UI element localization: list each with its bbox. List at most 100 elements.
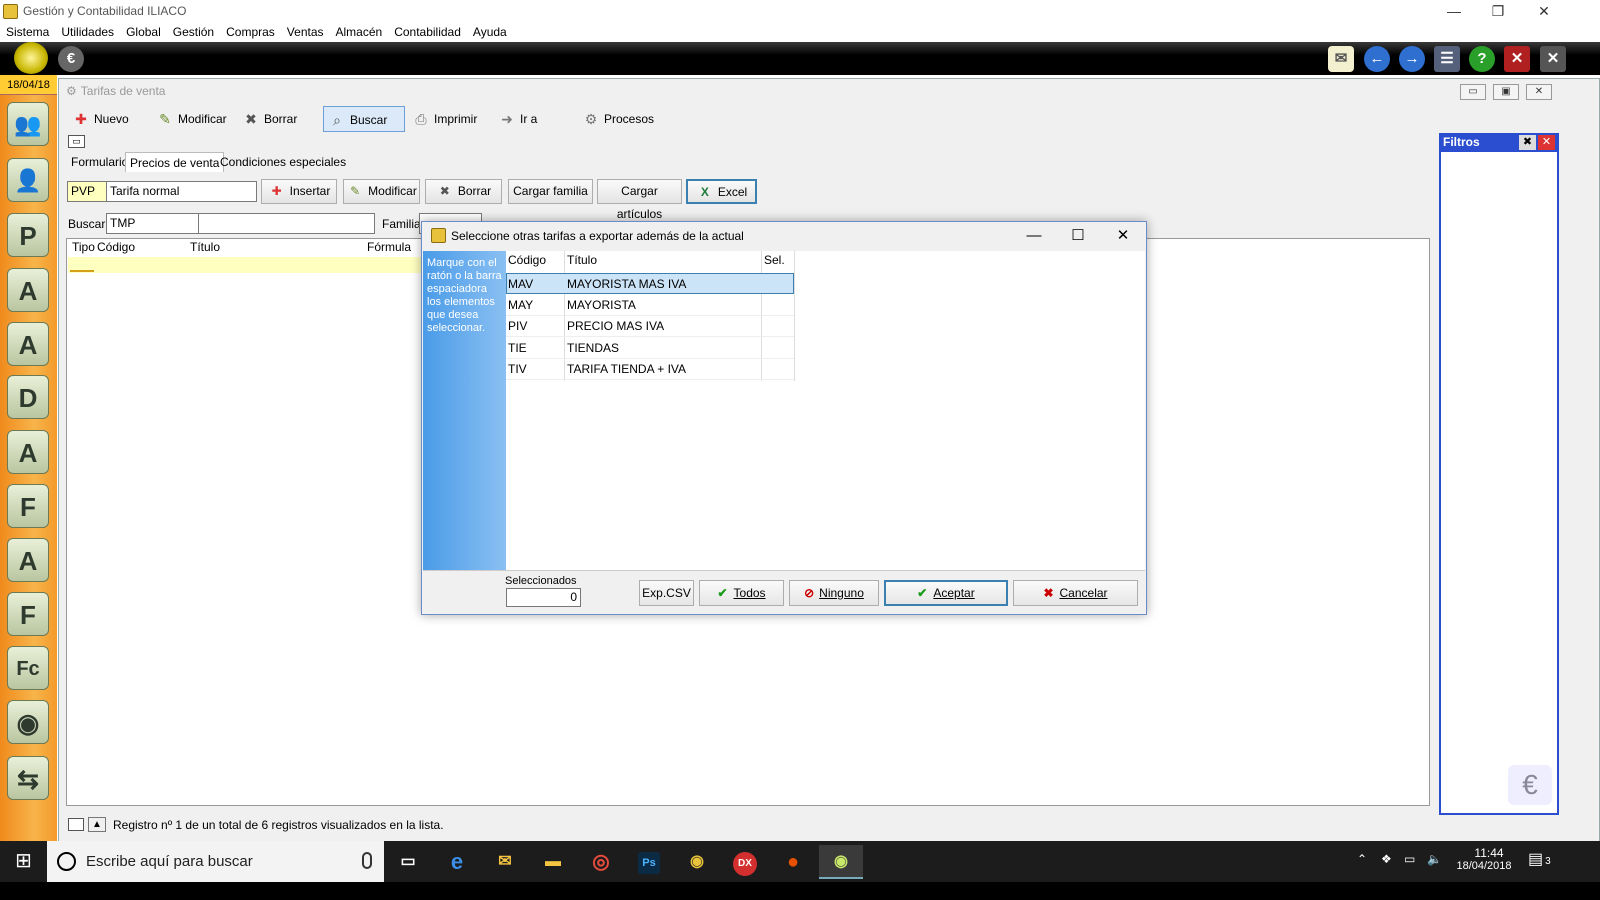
aceptar-button[interactable]: ✔ Aceptar — [884, 580, 1008, 606]
list-item[interactable]: MAV MAYORISTA MAS IVA — [506, 273, 794, 294]
minimize-button[interactable]: — — [1434, 2, 1474, 20]
user-a-icon[interactable]: A — [7, 268, 49, 312]
tab-precios-de-venta[interactable]: Precios de venta — [125, 152, 225, 172]
grid-header-tipo[interactable]: Tipo — [72, 240, 95, 254]
menu-ventas[interactable]: Ventas — [281, 22, 330, 42]
cargar-articulos-button[interactable]: Cargar artículos — [597, 179, 682, 221]
letter-a-icon[interactable]: A — [7, 430, 49, 474]
close-window-icon[interactable]: ✕ — [1504, 46, 1530, 72]
transfer-icon[interactable]: ⇆ — [7, 756, 49, 800]
buscar-button[interactable]: ⌕ Buscar — [323, 106, 405, 132]
list-header-sel[interactable]: Sel. — [764, 253, 785, 267]
restore-button[interactable]: ❐ — [1478, 2, 1518, 20]
dialog-close-button[interactable]: ✕ — [1108, 226, 1138, 246]
back-arrow-icon[interactable]: ← — [1364, 46, 1390, 72]
letter-fc-icon[interactable]: Fc — [7, 646, 49, 690]
letter-a-icon[interactable]: A — [7, 538, 49, 582]
menu-ayuda[interactable]: Ayuda — [467, 22, 513, 42]
ninguno-button[interactable]: ⊘ Ninguno — [789, 580, 879, 606]
iliaco-app-icon[interactable]: ◉ — [675, 845, 719, 879]
microphone-icon[interactable] — [362, 852, 372, 869]
tarifa-name-field[interactable]: Tarifa normal — [106, 181, 257, 202]
tab-condiciones-especiales[interactable]: Condiciones especiales — [216, 152, 350, 172]
table-row[interactable] — [68, 257, 423, 273]
list-item[interactable]: MAY MAYORISTA — [506, 295, 794, 316]
chevron-up-icon[interactable]: ▲ — [88, 817, 106, 832]
windows-start-icon[interactable]: ⊞ — [0, 841, 47, 882]
menu-contabilidad[interactable]: Contabilidad — [388, 22, 467, 42]
dialog-maximize-button[interactable]: ☐ — [1063, 226, 1093, 246]
list-item[interactable]: TIV TARIFA TIENDA + IVA — [506, 359, 794, 380]
dx-app-icon[interactable]: DX — [723, 845, 767, 879]
photoshop-icon[interactable]: Ps — [627, 845, 671, 879]
edge-icon[interactable]: e — [435, 845, 479, 879]
menu-gestion[interactable]: Gestión — [167, 22, 220, 42]
home-orb-icon[interactable] — [14, 42, 48, 74]
buscar-code-field[interactable]: TMP — [106, 213, 199, 234]
pin-icon[interactable]: ✖ — [1519, 135, 1536, 150]
cargar-familia-button[interactable]: Cargar familia — [508, 179, 593, 204]
nuevo-button[interactable]: ✚ Nuevo — [68, 106, 135, 132]
user-p-icon[interactable]: P — [7, 213, 49, 257]
menu-almacen[interactable]: Almacén — [330, 22, 389, 42]
chevron-up-icon[interactable]: ⌃ — [1357, 852, 1367, 866]
modificar-precio-button[interactable]: ✎ Modificar — [343, 179, 420, 204]
exp-csv-button[interactable]: Exp.CSV — [639, 580, 694, 606]
borrar-precio-button[interactable]: ✖ Borrar — [425, 179, 502, 204]
window-minimize-button[interactable]: ▭ — [1460, 84, 1486, 100]
tab-formulario[interactable]: Formulario — [67, 152, 132, 172]
notifications-icon[interactable]: ▤ 3 — [1528, 849, 1551, 869]
procesos-button[interactable]: ⚙ Procesos — [578, 106, 660, 132]
grid-header-formula[interactable]: Fórmula — [367, 240, 411, 254]
tarifa-code-field[interactable]: PVP — [67, 181, 107, 202]
close-all-icon[interactable]: ✕ — [1540, 46, 1566, 72]
grid-header-titulo[interactable]: Título — [190, 240, 220, 254]
network-icon[interactable]: ▭ — [1404, 852, 1415, 866]
users-icon[interactable]: 👥 — [7, 102, 49, 146]
forward-arrow-icon[interactable]: → — [1399, 46, 1425, 72]
modificar-button[interactable]: ✎ Modificar — [152, 106, 233, 132]
list-item[interactable]: PIV PRECIO MAS IVA — [506, 316, 794, 337]
volume-icon[interactable]: 🔈 — [1427, 852, 1442, 866]
status-layout-icon[interactable] — [68, 818, 84, 831]
letter-d-icon[interactable]: D — [7, 375, 49, 419]
cancelar-button[interactable]: ✖ Cancelar — [1013, 580, 1138, 606]
window-maximize-button[interactable]: ▣ — [1493, 84, 1519, 100]
firebird-icon[interactable]: ● — [771, 845, 815, 879]
iliaco-active-icon[interactable]: ◉ — [819, 845, 863, 879]
grid-header-codigo[interactable]: Código — [97, 240, 135, 254]
letter-f-icon[interactable]: F — [7, 592, 49, 636]
menu-utilidades[interactable]: Utilidades — [55, 22, 120, 42]
filtros-close-icon[interactable]: ✕ — [1538, 135, 1555, 150]
magic-disc-icon[interactable]: ◉ — [7, 700, 49, 744]
ir-a-button[interactable]: ➜ Ir a — [494, 106, 543, 132]
todos-button[interactable]: ✔ Todos — [699, 580, 784, 606]
clock[interactable]: 11:44 18/04/2018 — [1456, 846, 1512, 872]
close-button[interactable]: ✕ — [1524, 2, 1564, 20]
window-close-button[interactable]: ✕ — [1526, 84, 1552, 100]
buscar-text-field[interactable] — [198, 213, 375, 234]
letter-f-icon[interactable]: F — [7, 484, 49, 528]
menu-global[interactable]: Global — [120, 22, 167, 42]
dialog-minimize-button[interactable]: — — [1019, 226, 1049, 246]
list-header-codigo[interactable]: Código — [508, 253, 546, 267]
task-view-icon[interactable]: ▭ — [386, 845, 430, 879]
imprimir-button[interactable]: ⎙ Imprimir — [408, 106, 483, 132]
taskbar-search[interactable]: Escribe aquí para buscar — [47, 841, 384, 882]
menu-sistema[interactable]: Sistema — [0, 22, 55, 42]
window-list-icon[interactable]: ☰ — [1434, 46, 1460, 72]
mail-icon[interactable]: ✉ — [1328, 46, 1354, 72]
mail-app-icon[interactable]: ✉ — [483, 845, 527, 879]
user-icon[interactable]: 👤 — [7, 158, 49, 202]
help-icon[interactable]: ? — [1469, 46, 1495, 72]
excel-button[interactable]: X Excel — [686, 179, 757, 204]
file-explorer-icon[interactable]: ▬ — [531, 845, 575, 879]
chrome-icon[interactable]: ◎ — [579, 845, 623, 879]
menu-compras[interactable]: Compras — [220, 22, 281, 42]
layout-toggle-icon[interactable]: ▭ — [68, 135, 85, 148]
list-header-titulo[interactable]: Título — [567, 253, 597, 267]
list-item[interactable]: TIE TIENDAS — [506, 338, 794, 359]
insertar-button[interactable]: ✚ Insertar — [261, 179, 337, 204]
dropbox-icon[interactable]: ❖ — [1381, 852, 1392, 866]
borrar-button[interactable]: ✖ Borrar — [238, 106, 303, 132]
